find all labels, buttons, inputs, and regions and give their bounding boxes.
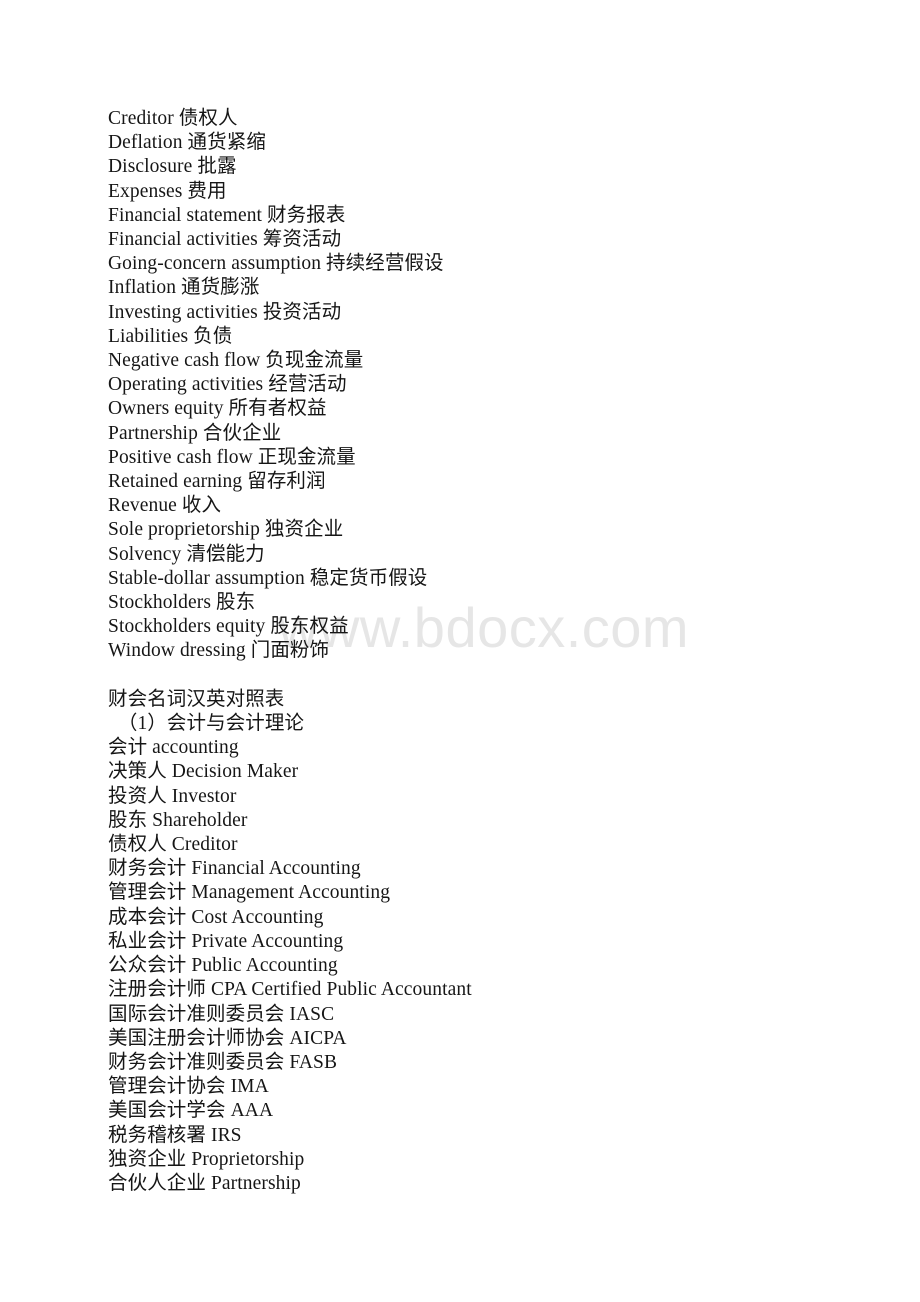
glossary-line: Liabilities 负债: [108, 325, 233, 347]
glossary-line: Disclosure 批露: [108, 156, 237, 178]
glossary-line: Positive cash flow 正现金流量: [108, 446, 356, 468]
section-subtitle: （1）会计与会计理论: [108, 713, 305, 735]
glossary-line: Financial statement 财务报表: [108, 204, 346, 226]
glossary-line: 美国注册会计师协会 AICPA: [108, 1027, 347, 1049]
glossary-line: Sole proprietorship 独资企业: [108, 519, 344, 541]
glossary-line: Financial activities 筹资活动: [108, 229, 342, 251]
glossary-line: 私业会计 Private Accounting: [108, 930, 344, 952]
glossary-line: 管理会计 Management Accounting: [108, 882, 391, 904]
glossary-line: Revenue 收入: [108, 495, 222, 517]
glossary-line: 财务会计 Financial Accounting: [108, 858, 361, 880]
glossary-line: 税务稽核署 IRS: [108, 1124, 242, 1146]
glossary-line: Stockholders 股东: [108, 592, 256, 614]
glossary-line: Owners equity 所有者权益: [108, 398, 327, 420]
glossary-line: Negative cash flow 负现金流量: [108, 350, 364, 372]
glossary-line: 注册会计师 CPA Certified Public Accountant: [108, 979, 472, 1001]
glossary-line: 决策人 Decision Maker: [108, 761, 299, 783]
glossary-line: Partnership 合伙企业: [108, 422, 282, 444]
glossary-line: 股东 Shareholder: [108, 809, 248, 831]
document-page: www.bdocx.com Creditor 债权人 Deflation 通货紧…: [0, 0, 920, 1302]
glossary-line: 财务会计准则委员会 FASB: [108, 1051, 338, 1073]
glossary-line: Operating activities 经营活动: [108, 374, 347, 396]
glossary-english-chinese-block: Creditor 债权人 Deflation 通货紧缩 Disclosure 批…: [108, 107, 868, 664]
glossary-line: Retained earning 留存利润: [108, 471, 326, 493]
document-text-body: Creditor 债权人 Deflation 通货紧缩 Disclosure 批…: [108, 107, 868, 1196]
glossary-line: Stable-dollar assumption 稳定货币假设: [108, 567, 428, 589]
glossary-line: 公众会计 Public Accounting: [108, 955, 338, 977]
glossary-line: 成本会计 Cost Accounting: [108, 906, 324, 928]
glossary-line: Deflation 通货紧缩: [108, 132, 266, 154]
glossary-line: Stockholders equity 股东权益: [108, 616, 349, 638]
glossary-line: 管理会计协会 IMA: [108, 1076, 269, 1098]
glossary-line: Solvency 清偿能力: [108, 543, 265, 565]
glossary-line: 债权人 Creditor: [108, 834, 238, 856]
glossary-line: Creditor 债权人: [108, 108, 238, 129]
glossary-line: 独资企业 Proprietorship: [108, 1148, 305, 1170]
glossary-line: 美国会计学会 AAA: [108, 1100, 274, 1122]
glossary-line: Window dressing 门面粉饰: [108, 640, 330, 662]
section-title: 财会名词汉英对照表: [108, 688, 285, 710]
glossary-line: Going-concern assumption 持续经营假设: [108, 253, 444, 275]
glossary-line: Inflation 通货膨涨: [108, 277, 260, 299]
glossary-chinese-english-block: 财会名词汉英对照表 （1）会计与会计理论 会计 accounting 决策人 D…: [108, 688, 868, 1196]
glossary-line: Expenses 费用: [108, 180, 227, 202]
glossary-line: 会计 accounting: [108, 737, 239, 759]
glossary-line: 合伙人企业 Partnership: [108, 1172, 301, 1194]
glossary-line: 投资人 Investor: [108, 785, 237, 807]
glossary-line: 国际会计准则委员会 IASC: [108, 1003, 335, 1025]
glossary-line: Investing activities 投资活动: [108, 301, 342, 323]
